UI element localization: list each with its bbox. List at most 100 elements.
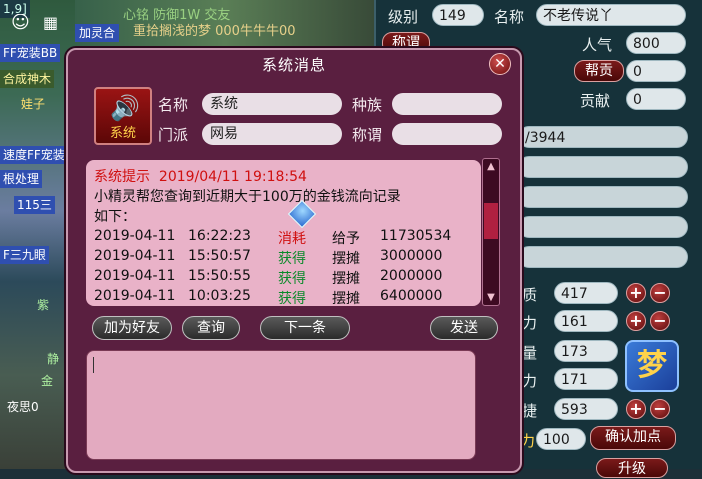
system-avatar-label: 系统 [109, 126, 136, 141]
hp-value: /3944 [518, 126, 688, 148]
record-date: 2019-04-11 [94, 268, 176, 284]
plus-button[interactable]: + [626, 399, 646, 419]
contribution-label: 贡献 [580, 92, 611, 110]
stat-label: 力 [522, 314, 538, 332]
stat-label: 量 [522, 344, 538, 362]
record-time: 10:03:25 [188, 288, 251, 304]
scene-label: 静 [47, 352, 60, 366]
close-icon[interactable]: ✕ [489, 53, 511, 75]
scroll-down-icon[interactable]: ▼ [483, 292, 499, 303]
next-button[interactable]: 下一条 [260, 316, 350, 340]
name-label: 名称 [158, 96, 189, 114]
dialog-title: 系统消息 [261, 56, 326, 74]
speaker-icon: 🔊 [110, 94, 140, 122]
game-scene-left: 1,9] ☺ ▦ FF宠装BB 合成神木 娃子 速度FF宠装 根处理 115三 … [0, 0, 75, 469]
stat-value: 161 [554, 310, 618, 332]
record-time: 15:50:57 [188, 248, 251, 264]
stat-label: 捷 [522, 402, 538, 420]
remain-points-value: 100 [536, 428, 586, 450]
name-value: 不老传说丫 [536, 4, 686, 26]
plus-button[interactable]: + [626, 311, 646, 331]
add-friend-button[interactable]: 加为好友 [92, 316, 172, 340]
record-row: 2019-04-11 15:50:55 获得 摆摊 2000000 [86, 268, 481, 288]
record-amount: 11730534 [380, 228, 452, 244]
level-up-button[interactable]: 升级 [596, 458, 668, 478]
scene-label: F三九眼 [0, 246, 49, 264]
record-row: 2019-04-11 10:03:25 获得 摆摊 6400000 [86, 288, 481, 306]
remain-points-label: 力 [520, 432, 536, 450]
stat-value: 593 [554, 398, 618, 420]
scroll-thumb[interactable] [484, 203, 498, 239]
record-row: 2019-04-11 15:50:57 获得 摆摊 3000000 [86, 248, 481, 268]
faction-value: 网易 [202, 123, 342, 145]
message-header: 系统提示 2019/04/11 19:18:54 [94, 166, 307, 186]
record-type: 获得 [278, 251, 306, 267]
guild-contribution-button[interactable]: 帮贡 [574, 60, 624, 82]
confirm-points-button[interactable]: 确认加点 [590, 426, 676, 450]
scrolling-message: 重拾搁浅的梦 000牛牛牛00 [133, 24, 296, 39]
record-action: 摆摊 [332, 291, 360, 306]
record-action: 摆摊 [332, 271, 360, 287]
message-line: 如下： [94, 209, 136, 225]
stat-label: 力 [522, 372, 538, 390]
record-amount: 2000000 [380, 268, 443, 284]
scene-label: 加灵合 [75, 24, 120, 42]
plus-button[interactable]: + [626, 283, 646, 303]
scene-label: 速度FF宠装 [0, 146, 68, 164]
record-date: 2019-04-11 [94, 248, 176, 264]
scene-label: 115三 [14, 196, 55, 214]
message-input[interactable] [86, 350, 476, 460]
scroll-up-icon[interactable]: ▲ [483, 161, 499, 172]
stat-bar [518, 216, 688, 238]
stat-label: 质 [522, 286, 538, 304]
calendar-icon[interactable]: ▦ [40, 14, 61, 32]
system-avatar: 🔊 系统 [94, 87, 152, 145]
record-type: 消耗 [278, 231, 306, 247]
scene-label: 紫 [37, 298, 50, 312]
record-action: 给予 [332, 231, 360, 247]
race-label: 种族 [352, 96, 383, 114]
meng-logo-icon[interactable]: 梦 [625, 340, 679, 392]
record-amount: 3000000 [380, 248, 443, 264]
record-type: 获得 [278, 271, 306, 287]
minus-button[interactable]: − [650, 399, 670, 419]
record-action: 摆摊 [332, 251, 360, 267]
record-time: 15:50:55 [188, 268, 251, 284]
stat-bar [518, 156, 688, 178]
minus-button[interactable]: − [650, 283, 670, 303]
record-row: 2019-04-11 16:22:23 消耗 给予 11730534 [86, 228, 481, 248]
record-time: 16:22:23 [188, 228, 251, 244]
guild-contribution-value: 0 [626, 60, 686, 82]
record-date: 2019-04-11 [94, 288, 176, 304]
system-message-dialog: 系统消息 ✕ 🔊 系统 名称 系统 种族 门派 网易 称谓 系统提示 2019/… [66, 48, 522, 473]
query-button[interactable]: 查询 [182, 316, 240, 340]
message-content: 系统提示 2019/04/11 19:18:54 小精灵帮您查询到近期大于100… [86, 160, 481, 306]
header-datetime: 2019/04/11 19:18:54 [158, 169, 307, 185]
game-scene-top: 心铭 防御1W 交友 重拾搁浅的梦 000牛牛牛00 加灵合 [75, 0, 375, 48]
send-button[interactable]: 发送 [430, 316, 498, 340]
title-value [392, 123, 502, 145]
header-prefix: 系统提示 [94, 169, 150, 185]
scene-label: 夜思0 [7, 400, 39, 414]
level-value: 149 [432, 4, 484, 26]
scene-label: 娃子 [21, 97, 46, 111]
stat-bar [518, 246, 688, 268]
scene-label: FF宠装BB [0, 44, 61, 62]
contribution-value: 0 [626, 88, 686, 110]
level-label: 级别 [388, 8, 419, 26]
name-label: 名称 [494, 8, 525, 26]
text-caret [93, 357, 94, 373]
minus-button[interactable]: − [650, 311, 670, 331]
scene-label: 根处理 [0, 170, 43, 188]
record-date: 2019-04-11 [94, 228, 176, 244]
message-scrollbar[interactable]: ▲ ▼ [482, 158, 500, 306]
record-amount: 6400000 [380, 288, 443, 304]
scene-label: 合成神木 [0, 70, 55, 88]
scene-label: 金 [41, 374, 54, 388]
record-type: 获得 [278, 291, 306, 306]
popularity-label: 人气 [582, 36, 613, 54]
stat-value: 171 [554, 368, 618, 390]
avatar-icon[interactable]: ☺ [8, 14, 33, 32]
title-label: 称谓 [352, 126, 383, 144]
stat-bar [518, 186, 688, 208]
